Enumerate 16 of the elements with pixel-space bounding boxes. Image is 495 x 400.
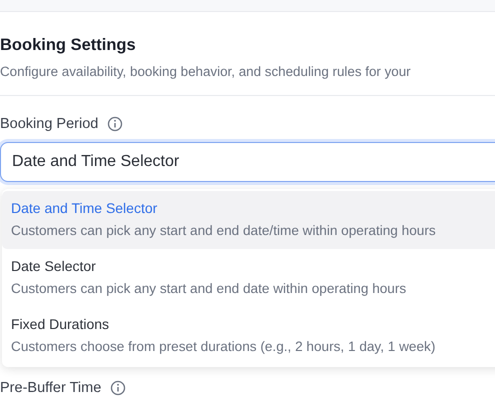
info-icon[interactable]: [110, 380, 126, 396]
field-label: Booking Period: [0, 116, 98, 132]
option-title: Date Selector: [11, 258, 97, 274]
info-icon[interactable]: [107, 116, 124, 132]
option-description: Customers can pick any start and end date within operating hours: [11, 281, 408, 296]
dropdown-option[interactable]: Fixed Durations Customers choose from preset durations (e.g., 2 hours, 1 day, 1 week): [2, 307, 495, 365]
option-description: Customers choose from preset durations (e.g., 2 hours, 1 day, 1 week): [11, 339, 436, 354]
dropdown-option[interactable]: Date Selector Customers can pick any start and end date within operating hours: [2, 249, 495, 307]
booking-period-select[interactable]: Date and Time Selector: [0, 142, 495, 182]
field-label: Pre-Buffer Time: [0, 380, 102, 396]
dropdown-option[interactable]: Date and Time Selector Customers can pick any start and end date/time within operating hours: [2, 191, 495, 249]
option-title: Fixed Durations: [11, 316, 110, 332]
section-title: Booking Settings: [0, 36, 137, 55]
option-description: Customers can pick any start and end date/time within operating hours: [11, 223, 437, 238]
section-description: Configure availability, booking behavior, and scheduling rules for your: [0, 64, 412, 79]
option-title: Date and Time Selector: [11, 200, 158, 216]
